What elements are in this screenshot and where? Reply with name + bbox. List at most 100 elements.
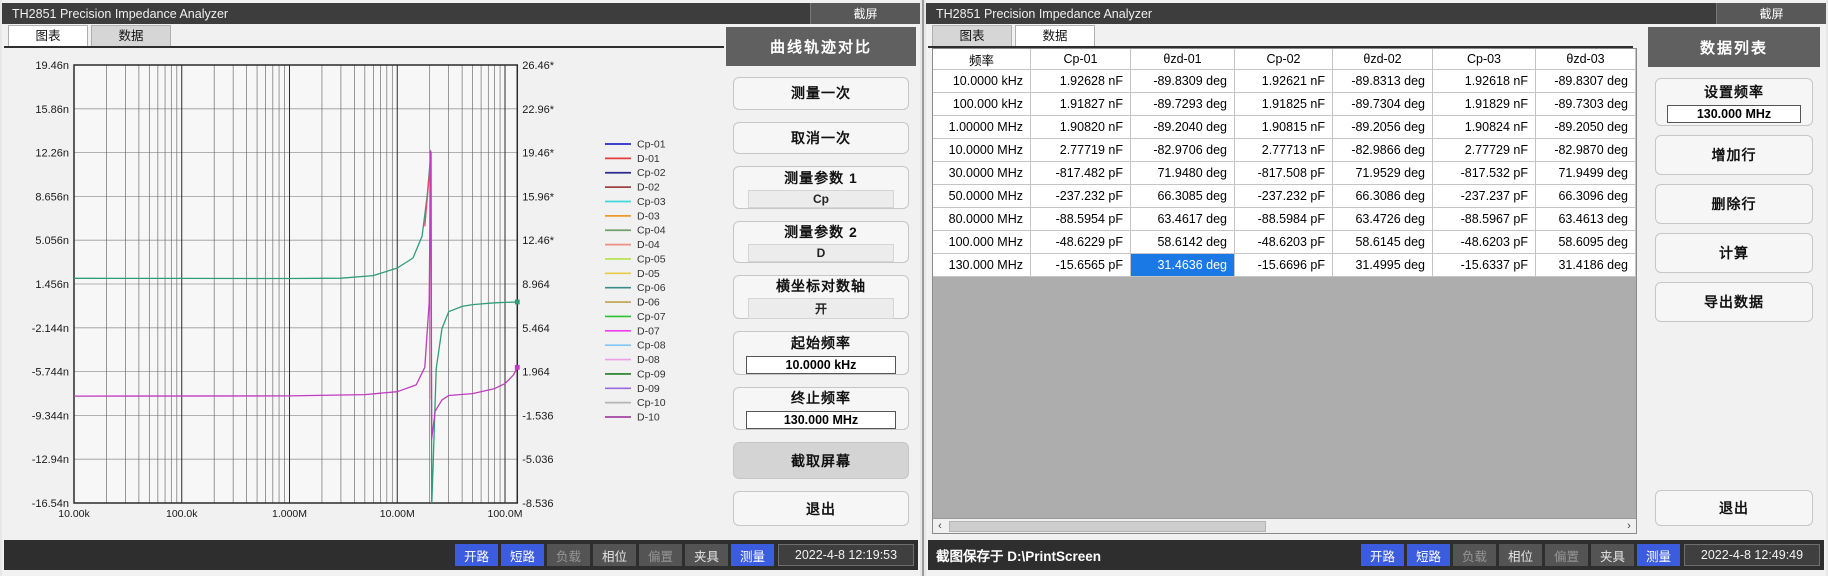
panel-button-计算[interactable]: 计算 <box>1655 233 1813 273</box>
table-cell[interactable]: 100.000 kHz <box>933 93 1031 116</box>
panel-button-横坐标对数轴[interactable]: 横坐标对数轴开 <box>733 275 909 319</box>
column-header-θzd-01[interactable]: θzd-01 <box>1131 49 1235 70</box>
panel-value-input[interactable]: 130.000 MHz <box>1667 105 1801 123</box>
panel-button-终止频率[interactable]: 终止频率130.000 MHz <box>733 387 909 431</box>
panel-button-测量参数 1[interactable]: 测量参数 1Cp <box>733 166 909 209</box>
status-button-开路[interactable]: 开路 <box>1361 544 1404 566</box>
table-cell[interactable]: -82.9706 deg <box>1131 139 1235 162</box>
table-cell[interactable]: -89.8307 deg <box>1536 70 1636 93</box>
exit-button[interactable]: 退出 <box>733 491 909 526</box>
status-button-负载[interactable]: 负载 <box>547 544 590 566</box>
tab-图表[interactable]: 图表 <box>8 25 88 46</box>
table-cell[interactable]: 71.9529 deg <box>1333 162 1433 185</box>
table-cell[interactable]: 100.000 MHz <box>933 231 1031 254</box>
status-button-短路[interactable]: 短路 <box>501 544 544 566</box>
table-cell[interactable]: -88.5954 pF <box>1031 208 1131 231</box>
panel-button-导出数据[interactable]: 导出数据 <box>1655 282 1813 322</box>
table-cell[interactable]: 63.4726 deg <box>1333 208 1433 231</box>
table-cell[interactable]: 71.9480 deg <box>1131 162 1235 185</box>
table-cell[interactable]: 1.90824 nF <box>1433 116 1536 139</box>
column-header-Cp-01[interactable]: Cp-01 <box>1031 49 1131 70</box>
table-cell[interactable]: 1.91827 nF <box>1031 93 1131 116</box>
table-cell[interactable]: 1.91825 nF <box>1235 93 1333 116</box>
table-cell[interactable]: 1.91829 nF <box>1433 93 1536 116</box>
status-button-夹具[interactable]: 夹具 <box>1591 544 1634 566</box>
horizontal-scrollbar[interactable]: ‹ › <box>933 518 1636 533</box>
status-button-开路[interactable]: 开路 <box>455 544 498 566</box>
table-cell[interactable]: -237.237 pF <box>1433 185 1536 208</box>
table-cell[interactable]: 66.3086 deg <box>1333 185 1433 208</box>
panel-value-input[interactable]: 130.000 MHz <box>746 411 896 429</box>
panel-button-测量参数 2[interactable]: 测量参数 2D <box>733 221 909 264</box>
status-button-测量[interactable]: 测量 <box>1637 544 1680 566</box>
table-cell[interactable]: 1.90815 nF <box>1235 116 1333 139</box>
panel-button-测量一次[interactable]: 测量一次 <box>733 77 909 110</box>
table-cell[interactable]: 2.77713 nF <box>1235 139 1333 162</box>
table-cell[interactable]: -48.6229 pF <box>1031 231 1131 254</box>
table-cell[interactable]: 2.77719 nF <box>1031 139 1131 162</box>
table-cell[interactable]: 66.3096 deg <box>1536 185 1636 208</box>
panel-button-增加行[interactable]: 增加行 <box>1655 135 1813 175</box>
table-cell[interactable]: -89.2040 deg <box>1131 116 1235 139</box>
panel-button-取消一次[interactable]: 取消一次 <box>733 122 909 155</box>
table-cell[interactable]: -237.232 pF <box>1031 185 1131 208</box>
table-cell[interactable]: 1.00000 MHz <box>933 116 1031 139</box>
table-cell[interactable]: -89.8313 deg <box>1333 70 1433 93</box>
table-cell[interactable]: 63.4613 deg <box>1536 208 1636 231</box>
table-cell[interactable]: -817.508 pF <box>1235 162 1333 185</box>
table-cell[interactable]: -89.7303 deg <box>1536 93 1636 116</box>
table-cell[interactable]: 1.92628 nF <box>1031 70 1131 93</box>
table-cell[interactable]: -89.7304 deg <box>1333 93 1433 116</box>
panel-button-删除行[interactable]: 删除行 <box>1655 184 1813 224</box>
table-cell[interactable]: 31.4636 deg <box>1131 254 1235 277</box>
screenshot-button[interactable]: 截屏 <box>810 3 920 24</box>
status-button-夹具[interactable]: 夹具 <box>685 544 728 566</box>
status-button-偏置[interactable]: 偏置 <box>1545 544 1588 566</box>
exit-button[interactable]: 退出 <box>1655 490 1813 526</box>
table-cell[interactable]: -48.6203 pF <box>1235 231 1333 254</box>
table-cell[interactable]: -48.6203 pF <box>1433 231 1536 254</box>
panel-value-input[interactable]: 10.0000 kHz <box>746 356 896 374</box>
table-cell[interactable]: -89.8309 deg <box>1131 70 1235 93</box>
column-header-频率[interactable]: 频率 <box>933 49 1031 70</box>
table-cell[interactable]: 2.77729 nF <box>1433 139 1536 162</box>
status-button-短路[interactable]: 短路 <box>1407 544 1450 566</box>
table-cell[interactable]: -89.2056 deg <box>1333 116 1433 139</box>
screenshot-button[interactable]: 截屏 <box>1716 3 1826 24</box>
table-cell[interactable]: 66.3085 deg <box>1131 185 1235 208</box>
column-header-θzd-03[interactable]: θzd-03 <box>1536 49 1636 70</box>
tab-图表[interactable]: 图表 <box>932 25 1012 46</box>
table-cell[interactable]: -88.5984 pF <box>1235 208 1333 231</box>
table-cell[interactable]: -15.6565 pF <box>1031 254 1131 277</box>
table-cell[interactable]: -82.9870 deg <box>1536 139 1636 162</box>
scroll-right-icon[interactable]: › <box>1622 520 1636 533</box>
table-cell[interactable]: -237.232 pF <box>1235 185 1333 208</box>
table-cell[interactable]: -15.6696 pF <box>1235 254 1333 277</box>
scroll-left-icon[interactable]: ‹ <box>933 520 947 533</box>
table-cell[interactable]: -15.6337 pF <box>1433 254 1536 277</box>
panel-button-起始频率[interactable]: 起始频率10.0000 kHz <box>733 331 909 375</box>
table-cell[interactable]: 31.4186 deg <box>1536 254 1636 277</box>
table-cell[interactable]: 30.0000 MHz <box>933 162 1031 185</box>
table-cell[interactable]: 58.6142 deg <box>1131 231 1235 254</box>
column-header-Cp-03[interactable]: Cp-03 <box>1433 49 1536 70</box>
status-button-偏置[interactable]: 偏置 <box>639 544 682 566</box>
scrollbar-thumb[interactable] <box>949 521 1266 532</box>
panel-button-截取屏幕[interactable]: 截取屏幕 <box>733 442 909 479</box>
table-cell[interactable]: 58.6095 deg <box>1536 231 1636 254</box>
status-button-相位[interactable]: 相位 <box>1499 544 1542 566</box>
status-button-测量[interactable]: 测量 <box>731 544 774 566</box>
tab-数据[interactable]: 数据 <box>1015 25 1095 46</box>
table-cell[interactable]: -817.532 pF <box>1433 162 1536 185</box>
panel-button-设置频率[interactable]: 设置频率130.000 MHz <box>1655 78 1813 126</box>
table-cell[interactable]: 10.0000 kHz <box>933 70 1031 93</box>
table-cell[interactable]: 63.4617 deg <box>1131 208 1235 231</box>
table-cell[interactable]: 10.0000 MHz <box>933 139 1031 162</box>
table-cell[interactable]: 1.90820 nF <box>1031 116 1131 139</box>
table-cell[interactable]: 31.4995 deg <box>1333 254 1433 277</box>
table-cell[interactable]: 80.0000 MHz <box>933 208 1031 231</box>
table-cell[interactable]: 58.6145 deg <box>1333 231 1433 254</box>
table-cell[interactable]: -89.7293 deg <box>1131 93 1235 116</box>
status-button-相位[interactable]: 相位 <box>593 544 636 566</box>
table-cell[interactable]: -817.482 pF <box>1031 162 1131 185</box>
